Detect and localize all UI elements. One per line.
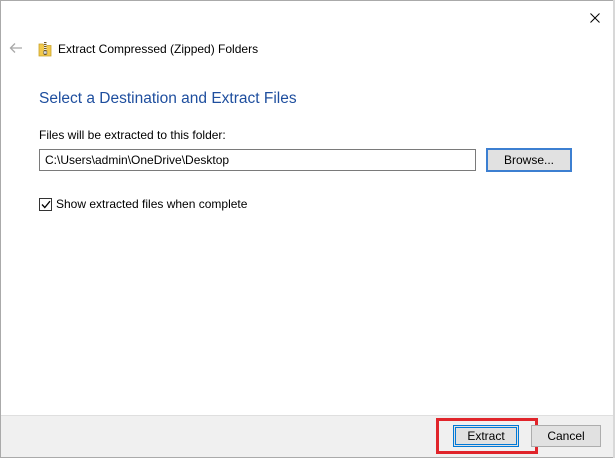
close-button[interactable] <box>582 7 608 29</box>
checkmark-icon <box>41 200 51 208</box>
back-arrow-icon <box>9 43 22 53</box>
show-extracted-files-option[interactable]: Show extracted files when complete <box>39 196 247 212</box>
destination-folder-label: Files will be extracted to this folder: <box>39 128 226 142</box>
window-title: Extract Compressed (Zipped) Folders <box>58 42 259 56</box>
cancel-button[interactable]: Cancel <box>531 425 601 447</box>
extract-button-label: Extract <box>467 429 505 443</box>
close-icon <box>590 13 600 23</box>
extract-button[interactable]: Extract <box>453 425 519 447</box>
destination-path-input[interactable] <box>39 149 476 171</box>
show-extracted-files-checkbox[interactable] <box>39 197 52 211</box>
browse-button[interactable]: Browse... <box>486 148 572 172</box>
back-button[interactable] <box>7 39 25 57</box>
show-extracted-files-label: Show extracted files when complete <box>56 197 248 211</box>
dialog-footer <box>1 415 614 457</box>
extract-dialog: Extract Compressed (Zipped) Folders Sele… <box>0 0 615 458</box>
page-heading: Select a Destination and Extract Files <box>39 90 297 107</box>
zip-folder-icon <box>38 42 52 57</box>
